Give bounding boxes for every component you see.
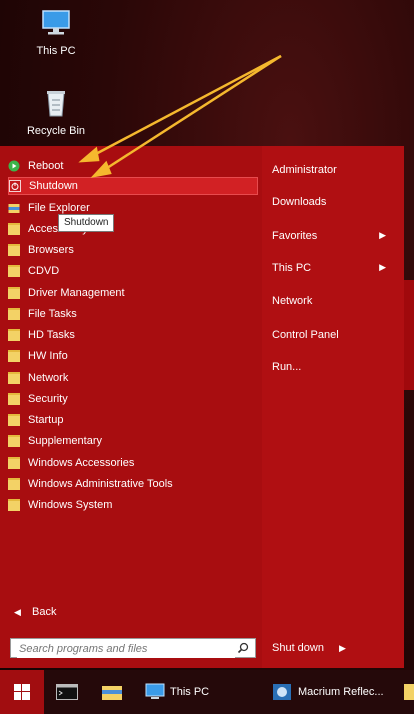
shut-down-button[interactable]: Shut down ▶ bbox=[272, 642, 346, 654]
search-icon bbox=[237, 642, 249, 654]
menu-item-label: File Explorer bbox=[28, 202, 90, 214]
folder-icon bbox=[8, 457, 20, 469]
search-box[interactable] bbox=[10, 638, 256, 658]
menu-item-label: Browsers bbox=[28, 244, 74, 256]
right-item-administrator[interactable]: Administrator bbox=[272, 164, 392, 176]
taskbar-item-label: This PC bbox=[170, 686, 210, 698]
menu-item-network[interactable]: Network bbox=[8, 369, 258, 387]
taskbar-item-label: Macrium Reflec... bbox=[298, 686, 384, 698]
submenu-arrow-icon: ▶ bbox=[339, 643, 346, 653]
menu-item-label: Windows Administrative Tools bbox=[28, 478, 173, 490]
right-item-run[interactable]: Run... bbox=[272, 361, 392, 373]
search-input[interactable] bbox=[17, 640, 235, 658]
menu-item-label: Security bbox=[28, 393, 68, 405]
menu-item-windows-accessories[interactable]: Windows Accessories bbox=[8, 454, 258, 472]
back-button[interactable]: ◀ Back bbox=[14, 606, 56, 618]
right-item-label: Downloads bbox=[272, 196, 327, 208]
menu-item-label: HW Info bbox=[28, 350, 68, 362]
menu-item-label: Shutdown bbox=[29, 180, 78, 192]
folder-icon bbox=[8, 350, 20, 362]
folder-icon bbox=[8, 329, 20, 341]
folder-icon bbox=[8, 393, 20, 405]
menu-item-label: Driver Management bbox=[28, 287, 125, 299]
folder-icon bbox=[8, 499, 20, 511]
desktop-icon-label: This PC bbox=[36, 45, 76, 57]
menu-item-cdvd[interactable]: CDVD bbox=[8, 262, 258, 280]
background-window-edge bbox=[404, 280, 414, 390]
taskbar-command-prompt[interactable] bbox=[56, 678, 78, 706]
right-item-this-pc[interactable]: This PC ▶ bbox=[272, 262, 392, 274]
shutdown-icon bbox=[9, 180, 21, 192]
back-label: Back bbox=[31, 606, 57, 618]
right-item-control-panel[interactable]: Control Panel bbox=[272, 329, 392, 341]
desktop-icon-label: Recycle Bin bbox=[26, 125, 86, 137]
folder-icon bbox=[8, 478, 20, 490]
shut-down-label: Shut down bbox=[272, 642, 324, 654]
file-explorer-icon bbox=[102, 686, 122, 700]
menu-item-browsers[interactable]: Browsers bbox=[8, 241, 258, 259]
folder-icon bbox=[8, 372, 20, 384]
back-arrow-icon: ◀ bbox=[14, 607, 21, 617]
menu-item-shutdown[interactable]: Shutdown bbox=[8, 177, 258, 195]
submenu-arrow-icon: ▶ bbox=[379, 230, 386, 240]
menu-item-windows-administrative-tools[interactable]: Windows Administrative Tools bbox=[8, 475, 258, 493]
computer-icon bbox=[145, 683, 165, 699]
right-item-favorites[interactable]: Favorites ▶ bbox=[272, 230, 392, 242]
right-item-label: Favorites bbox=[272, 230, 318, 242]
folder-icon bbox=[8, 414, 20, 426]
taskbar: This PC Macrium Reflec... bbox=[0, 670, 414, 714]
right-item-label: Network bbox=[272, 295, 313, 307]
menu-item-label: Startup bbox=[28, 414, 64, 426]
folder-icon bbox=[8, 435, 20, 447]
file-explorer-icon bbox=[8, 204, 20, 213]
reboot-icon bbox=[8, 160, 20, 172]
desktop-icon-recycle-bin[interactable]: Recycle Bin bbox=[16, 88, 96, 137]
menu-item-label: Windows Accessories bbox=[28, 457, 135, 469]
taskbar-file-explorer[interactable] bbox=[102, 678, 122, 706]
menu-item-label: File Tasks bbox=[28, 308, 77, 320]
recycle-bin-icon bbox=[47, 91, 65, 117]
menu-item-driver-management[interactable]: Driver Management bbox=[8, 284, 258, 302]
menu-item-label: CDVD bbox=[28, 265, 60, 277]
macrium-reflect-icon bbox=[273, 684, 291, 700]
menu-item-label: Network bbox=[28, 372, 69, 384]
menu-item-file-explorer[interactable]: File Explorer bbox=[8, 199, 258, 217]
taskbar-folder-partial[interactable] bbox=[404, 684, 414, 700]
folder-icon bbox=[8, 244, 20, 256]
menu-item-hd-tasks[interactable]: HD Tasks bbox=[8, 326, 258, 344]
taskbar-this-pc[interactable]: This PC bbox=[144, 678, 209, 706]
menu-item-windows-system[interactable]: Windows System bbox=[8, 496, 258, 514]
folder-icon bbox=[8, 265, 20, 277]
menu-item-file-tasks[interactable]: File Tasks bbox=[8, 305, 258, 323]
right-item-label: Administrator bbox=[272, 164, 337, 176]
right-item-network[interactable]: Network bbox=[272, 295, 392, 307]
folder-icon bbox=[8, 287, 20, 299]
taskbar-macrium-reflect[interactable]: Macrium Reflec... bbox=[272, 678, 384, 706]
menu-item-reboot[interactable]: Reboot bbox=[8, 157, 258, 175]
menu-item-hw-info[interactable]: HW Info bbox=[8, 347, 258, 365]
windows-logo-icon bbox=[14, 684, 30, 700]
command-prompt-icon bbox=[56, 684, 78, 700]
tooltip: Shutdown bbox=[58, 214, 115, 232]
menu-item-supplementary[interactable]: Supplementary bbox=[8, 432, 258, 450]
right-item-label: Run... bbox=[272, 361, 302, 373]
menu-item-startup[interactable]: Startup bbox=[8, 411, 258, 429]
menu-item-label: HD Tasks bbox=[28, 329, 75, 341]
desktop-icon-this-pc[interactable]: This PC bbox=[16, 8, 96, 57]
menu-item-label: Windows System bbox=[28, 499, 113, 511]
right-item-label: This PC bbox=[272, 262, 312, 274]
computer-icon bbox=[42, 10, 70, 35]
folder-icon bbox=[8, 223, 20, 235]
right-item-downloads[interactable]: Downloads bbox=[272, 196, 392, 208]
menu-item-label: Reboot bbox=[28, 160, 64, 172]
menu-item-accessibility[interactable]: Accessibility bbox=[8, 220, 258, 238]
menu-item-label: Supplementary bbox=[28, 435, 102, 447]
folder-icon bbox=[8, 308, 20, 320]
submenu-arrow-icon: ▶ bbox=[379, 262, 386, 272]
right-item-label: Control Panel bbox=[272, 329, 339, 341]
start-button[interactable] bbox=[0, 670, 44, 714]
menu-item-security[interactable]: Security bbox=[8, 390, 258, 408]
